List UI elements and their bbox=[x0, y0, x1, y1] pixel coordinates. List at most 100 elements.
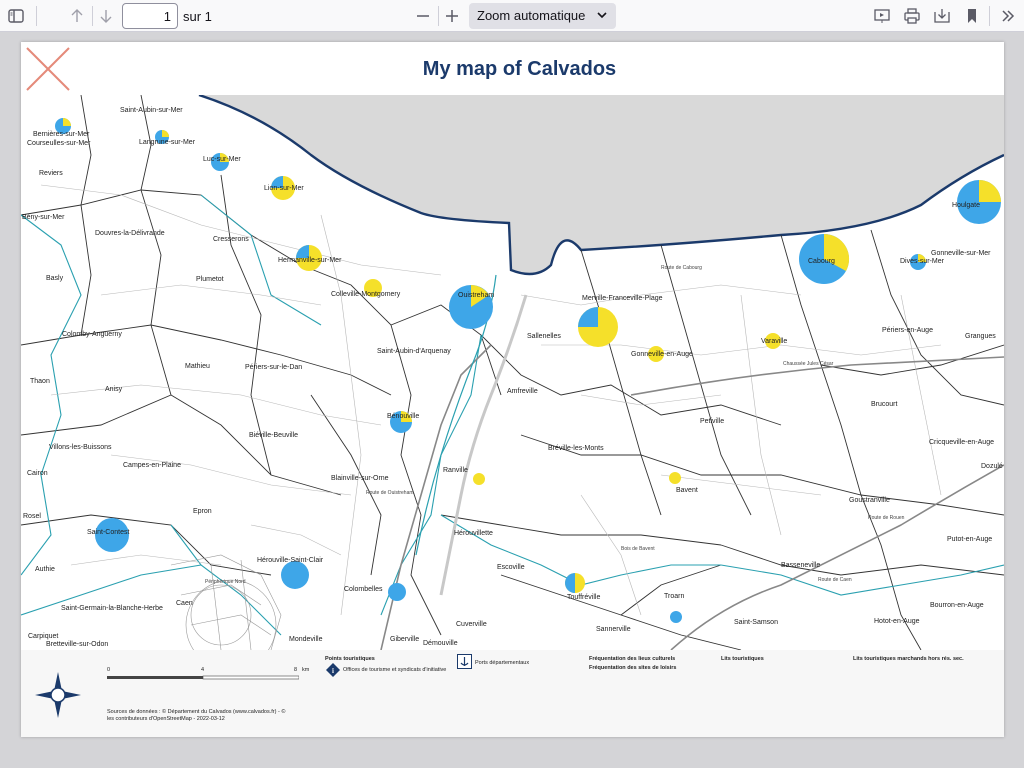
place-label: Ouistreham bbox=[458, 292, 495, 299]
presentation-mode-button[interactable] bbox=[869, 3, 895, 29]
scale-tick: 8 bbox=[294, 667, 298, 673]
presentation-icon bbox=[874, 9, 890, 23]
place-label: Blainville-sur-Orne bbox=[331, 475, 389, 482]
place-label: Colleville-Montgomery bbox=[331, 291, 401, 298]
bookmark-button[interactable] bbox=[959, 3, 985, 29]
legend-item-label: Offices de tourisme et syndicats d'initi… bbox=[343, 667, 447, 673]
place-label: Langrune-sur-Mer bbox=[139, 139, 196, 146]
place-label: Dives-sur-Mer bbox=[900, 258, 944, 265]
road-label: Route de Caen bbox=[818, 577, 852, 583]
save-icon bbox=[934, 9, 950, 23]
place-label: Gonneville-en-Auge bbox=[631, 351, 693, 358]
road-label: Périphérique Nord bbox=[205, 579, 246, 585]
place-label: Cairon bbox=[27, 470, 48, 477]
place-label: Merville-Franceville-Plage bbox=[582, 295, 663, 302]
port-icon bbox=[457, 654, 472, 669]
tourism-office-icon: i bbox=[326, 663, 340, 677]
main-roads bbox=[380, 344, 1004, 650]
pdf-toolbar: sur 1 Zoom automatique bbox=[0, 0, 1024, 32]
place-label: Villons-les-Buissons bbox=[49, 444, 112, 451]
zoom-value: Zoom automatique bbox=[477, 8, 586, 23]
place-label: Petiville bbox=[700, 418, 725, 425]
page-number-input[interactable] bbox=[122, 3, 178, 29]
toolbar-separator bbox=[989, 6, 990, 26]
legend-section-title: Fréquentation des sites de loisirs bbox=[589, 665, 677, 671]
print-button[interactable] bbox=[899, 3, 925, 29]
place-label: Bourron-en-Auge bbox=[930, 602, 984, 609]
arrow-down-icon bbox=[100, 10, 112, 23]
svg-text:i: i bbox=[332, 667, 334, 675]
road-label: Route de Cabourg bbox=[661, 265, 702, 271]
zoom-in-icon bbox=[446, 10, 458, 22]
place-label: Hérouvillette bbox=[454, 530, 493, 537]
legend-item-label: Ports départementaux bbox=[475, 660, 530, 666]
place-label: Bretteville-sur-Odon bbox=[46, 641, 109, 648]
place-label: Putot-en-Auge bbox=[947, 536, 993, 543]
place-label: Touffréville bbox=[567, 594, 601, 601]
place-label: Douvres-la-Délivrande bbox=[95, 230, 165, 237]
legend-section-title: Lits touristiques marchands hors rés. se… bbox=[853, 656, 964, 662]
legend-section-title: Points touristiques bbox=[325, 656, 375, 662]
place-label: Mathieu bbox=[185, 363, 210, 370]
map-canvas[interactable]: Saint-Aubin-sur-Mer Bernières-sur-Mer Co… bbox=[21, 95, 1004, 650]
place-label: Anisy bbox=[105, 386, 123, 393]
place-label: Hérouville-Saint-Clair bbox=[257, 557, 324, 564]
place-label: Reviers bbox=[39, 170, 63, 177]
legend-section-title: Lits touristiques bbox=[721, 656, 764, 662]
scale-tick: 0 bbox=[107, 667, 111, 673]
zoom-out-button[interactable] bbox=[410, 3, 436, 29]
source-text: les contributeurs d'OpenStreetMap - 2022… bbox=[107, 716, 225, 722]
save-button[interactable] bbox=[929, 3, 955, 29]
place-label: Saint-Contest bbox=[87, 529, 130, 536]
zoom-out-icon bbox=[417, 15, 429, 17]
zoom-select[interactable]: Zoom automatique bbox=[469, 3, 616, 29]
road-label: Route de Ouistreham bbox=[366, 490, 414, 496]
arrow-up-icon bbox=[71, 9, 83, 22]
map-title: My map of Calvados bbox=[422, 58, 617, 80]
place-label: Bréville-les-Monts bbox=[548, 445, 604, 452]
compass-rose-icon bbox=[35, 672, 81, 718]
place-label: Caen bbox=[176, 600, 193, 607]
print-icon bbox=[904, 8, 920, 24]
place-label: Saint-Aubin-d'Arquenay bbox=[377, 348, 451, 355]
place-label: Cuverville bbox=[456, 621, 487, 628]
source-text: Sources de données : © Département du Ca… bbox=[107, 709, 286, 715]
place-label: Saint-Germain-la-Blanche-Herbe bbox=[61, 605, 163, 612]
place-label: Bavent bbox=[676, 487, 698, 494]
place-label: Mondeville bbox=[289, 636, 323, 643]
place-label: Courseulles-sur-Mer bbox=[27, 140, 91, 147]
place-label: Démouville bbox=[423, 640, 458, 647]
place-label: Authie bbox=[35, 566, 55, 573]
bookmark-icon bbox=[968, 9, 976, 23]
more-tools-button[interactable] bbox=[995, 3, 1021, 29]
place-label: Bénouville bbox=[387, 413, 420, 420]
sea-area bbox=[199, 95, 1004, 274]
place-label: Sannerville bbox=[596, 626, 631, 633]
place-label: Cricqueville-en-Auge bbox=[929, 439, 994, 446]
next-page-button[interactable] bbox=[93, 3, 119, 29]
place-label: Biéville-Beuville bbox=[249, 432, 299, 439]
place-label: Cresserons bbox=[213, 236, 249, 243]
road-label: Route de Rouen bbox=[868, 515, 905, 521]
place-label: Ranville bbox=[443, 467, 468, 474]
sidebar-toggle-button[interactable] bbox=[3, 3, 29, 29]
place-label: Brucourt bbox=[871, 401, 898, 408]
zoom-in-button[interactable] bbox=[439, 3, 465, 29]
place-label: Basly bbox=[46, 275, 64, 282]
canal bbox=[439, 294, 528, 596]
place-label: Thaon bbox=[30, 378, 50, 385]
road-label: Chaussée Jules César bbox=[783, 361, 834, 367]
place-label: Dozulé bbox=[981, 463, 1003, 470]
place-label: Hotot-en-Auge bbox=[874, 618, 920, 625]
previous-page-button[interactable] bbox=[64, 3, 90, 29]
chevron-down-icon bbox=[597, 12, 607, 19]
scale-bar bbox=[107, 675, 299, 680]
page-count-label: sur 1 bbox=[183, 9, 212, 24]
place-label: Houlgate bbox=[952, 202, 981, 209]
place-label: Colombelles bbox=[344, 586, 383, 593]
place-label: Saint-Samson bbox=[734, 619, 778, 626]
place-label: Goustranville bbox=[849, 497, 890, 504]
place-label: Sallenelles bbox=[527, 333, 561, 340]
road-label: Bois de Bavent bbox=[621, 546, 655, 552]
place-label: Varaville bbox=[761, 338, 788, 345]
